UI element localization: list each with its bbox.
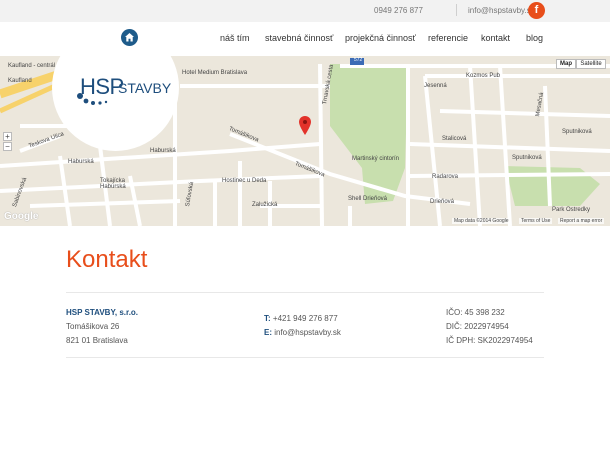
nav-item-contact[interactable]: kontakt <box>481 33 510 43</box>
home-icon[interactable] <box>121 29 138 46</box>
map-label-hostinec: Hostinec u Deda <box>222 178 267 184</box>
map-report-link[interactable]: Report a map error <box>558 218 605 224</box>
facebook-icon[interactable]: f <box>528 2 545 19</box>
nav-item-construction[interactable]: stavebná činnosť <box>265 33 333 43</box>
nav-item-blog[interactable]: blog <box>526 33 543 43</box>
location-map[interactable]: 572 Kaufland - centrál Kaufland Hotel Me… <box>0 56 610 226</box>
map-label-zaluzicka: Zalužická <box>252 202 278 208</box>
road-number-label: 572 <box>354 57 363 63</box>
contact-column: T: +421 949 276 877 E: info@hspstavby.sk <box>264 312 341 340</box>
map-label-stalicova: Stalicová <box>442 136 467 142</box>
map-label-kozmos: Kozmos Pub <box>466 73 501 79</box>
top-bar: 0949 276 877 info@hspstavby.sk f <box>0 0 610 22</box>
map-label-radarova: Radarova <box>432 174 459 180</box>
address-city: 821 01 Bratislava <box>66 336 128 345</box>
map-label-park: Park Ostredky <box>552 207 591 213</box>
map-label-haburska-3: Haburská <box>100 184 126 190</box>
map-label-jesenna: Jesenná <box>424 83 447 89</box>
nav-item-design[interactable]: projekčná činnosť <box>345 33 416 43</box>
map-type-satellite-button[interactable]: Satellite <box>576 59 606 69</box>
contact-email[interactable]: info@hspstavby.sk <box>274 328 341 337</box>
main-nav: náš tím stavebná činnosť projekčná činno… <box>0 22 610 56</box>
map-pin-icon[interactable] <box>299 116 311 135</box>
company-dic: DIČ: 2022974954 <box>446 322 509 331</box>
email-key: E: <box>264 328 272 337</box>
map-label-shell: Shell Drieňová <box>348 196 388 202</box>
map-label-hotel: Hotel Medium Bratislava <box>182 70 248 76</box>
page-title: Kontakt <box>66 246 148 273</box>
map-label-sputnikova-1: Sputniková <box>562 129 592 135</box>
top-separator <box>456 4 457 16</box>
google-logo: Google <box>4 211 39 222</box>
map-label-tokajicka: Tokajícka <box>100 178 126 184</box>
company-ids-column: IČO: 45 398 232 DIČ: 2022974954 IČ DPH: … <box>446 306 533 348</box>
address-column: HSP STAVBY, s.r.o. Tomášikova 26 821 01 … <box>66 306 138 348</box>
map-label-kaufland: Kaufland <box>8 78 32 84</box>
map-label-martinsky: Martinský cintorín <box>352 156 400 162</box>
map-label-haburska-2: Haburská <box>150 148 176 154</box>
map-label-sputnikova-2: Sputniková <box>512 155 542 161</box>
zoom-in-button[interactable]: + <box>3 132 12 141</box>
map-type-map-button[interactable]: Map <box>556 59 576 69</box>
zoom-out-button[interactable]: − <box>3 142 12 151</box>
address-street: Tomášikova 26 <box>66 322 120 331</box>
company-name: HSP STAVBY, s.r.o. <box>66 308 139 317</box>
logo-stavby-text: STAVBY <box>118 80 172 96</box>
nav-item-team[interactable]: náš tím <box>220 33 250 43</box>
phone-key: T: <box>264 314 271 323</box>
map-terms-link[interactable]: Terms of Use <box>519 218 553 224</box>
map-label-haburska-1: Haburská <box>68 159 94 165</box>
divider-top <box>66 292 544 293</box>
contact-phone[interactable]: +421 949 276 877 <box>273 314 338 323</box>
map-attribution: Map data ©2014 Google <box>452 218 511 224</box>
divider-bottom <box>66 357 544 358</box>
top-phone[interactable]: 0949 276 877 <box>374 6 423 15</box>
top-email[interactable]: info@hspstavby.sk <box>468 6 535 15</box>
nav-item-references[interactable]: referencie <box>428 33 468 43</box>
company-ico: IČO: 45 398 232 <box>446 308 505 317</box>
map-label-kaufland-centrum: Kaufland - centrál <box>8 63 56 69</box>
map-label-drienova: Drieňová <box>430 199 455 205</box>
company-icdph: IČ DPH: SK2022974954 <box>446 336 533 345</box>
